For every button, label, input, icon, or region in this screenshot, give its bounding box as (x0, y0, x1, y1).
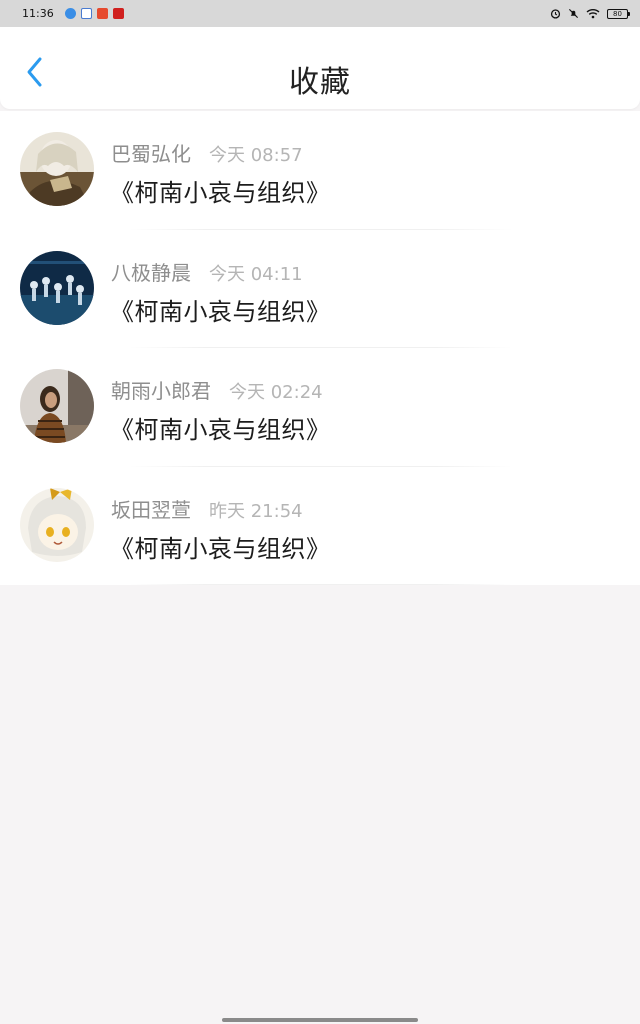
item-title: 《柯南小哀与组织》 (110, 179, 331, 207)
status-left: 11:36 (22, 7, 124, 20)
app-notification-icon (96, 8, 108, 19)
favorite-item[interactable]: 朝雨小郎君 今天 02:24 《柯南小哀与组织》 (0, 348, 640, 467)
page-title: 收藏 (289, 65, 351, 100)
item-meta: 八极静晨 今天 04:11 (111, 257, 303, 286)
favorite-item[interactable]: 八极静晨 今天 04:11 《柯南小哀与组织》 (0, 230, 640, 348)
avatar-image (20, 487, 94, 562)
mute-icon (568, 8, 579, 19)
app-notification-icon (80, 8, 92, 19)
avatar[interactable] (20, 369, 94, 443)
username: 巴蜀弘化 (111, 142, 191, 166)
item-title: 《柯南小哀与组织》 (110, 416, 331, 444)
username: 坂田翌萱 (111, 497, 191, 522)
avatar[interactable] (20, 487, 94, 562)
favorite-item[interactable]: 巴蜀弘化 今天 08:57 《柯南小哀与组织》 (0, 111, 640, 230)
wifi-icon (586, 9, 600, 19)
username: 朝雨小郎君 (111, 379, 211, 403)
status-bar: 11:36 80 (0, 0, 640, 27)
item-title: 《柯南小哀与组织》 (110, 297, 331, 326)
avatar[interactable] (20, 132, 94, 206)
app-notification-icon (112, 8, 124, 19)
item-meta: 巴蜀弘化 今天 08:57 (111, 138, 303, 167)
username: 八极静晨 (111, 260, 191, 285)
item-title: 《柯南小哀与组织》 (110, 534, 331, 563)
alarm-icon (550, 9, 561, 19)
item-meta: 坂田翌萱 昨天 21:54 (111, 494, 303, 523)
favorites-list: 巴蜀弘化 今天 08:57 《柯南小哀与组织》 八极静晨 今天 04:11 《柯… (0, 111, 640, 585)
item-meta: 朝雨小郎君 今天 02:24 (111, 375, 323, 404)
timestamp: 今天 08:57 (209, 145, 303, 166)
timestamp: 今天 02:24 (229, 382, 323, 403)
divider (128, 584, 513, 585)
timestamp: 今天 04:11 (209, 263, 303, 285)
avatar-image (20, 369, 94, 443)
screen: 11:36 80 收藏 巴蜀弘化 今天 08:57 《柯南小哀与组织》 八极静晨… (0, 0, 640, 1024)
home-indicator[interactable] (222, 1018, 418, 1022)
favorite-item[interactable]: 坂田翌萱 昨天 21:54 《柯南小哀与组织》 (0, 467, 640, 585)
top-navigation-bar: 收藏 (0, 27, 640, 109)
timestamp: 昨天 21:54 (209, 500, 303, 522)
status-time: 11:36 (22, 7, 54, 20)
status-right: 80 (550, 8, 630, 19)
battery-icon: 80 (607, 8, 630, 19)
avatar[interactable] (20, 250, 94, 325)
avatar-image (20, 132, 94, 206)
avatar-image (20, 250, 94, 325)
app-notification-icon (64, 8, 76, 19)
